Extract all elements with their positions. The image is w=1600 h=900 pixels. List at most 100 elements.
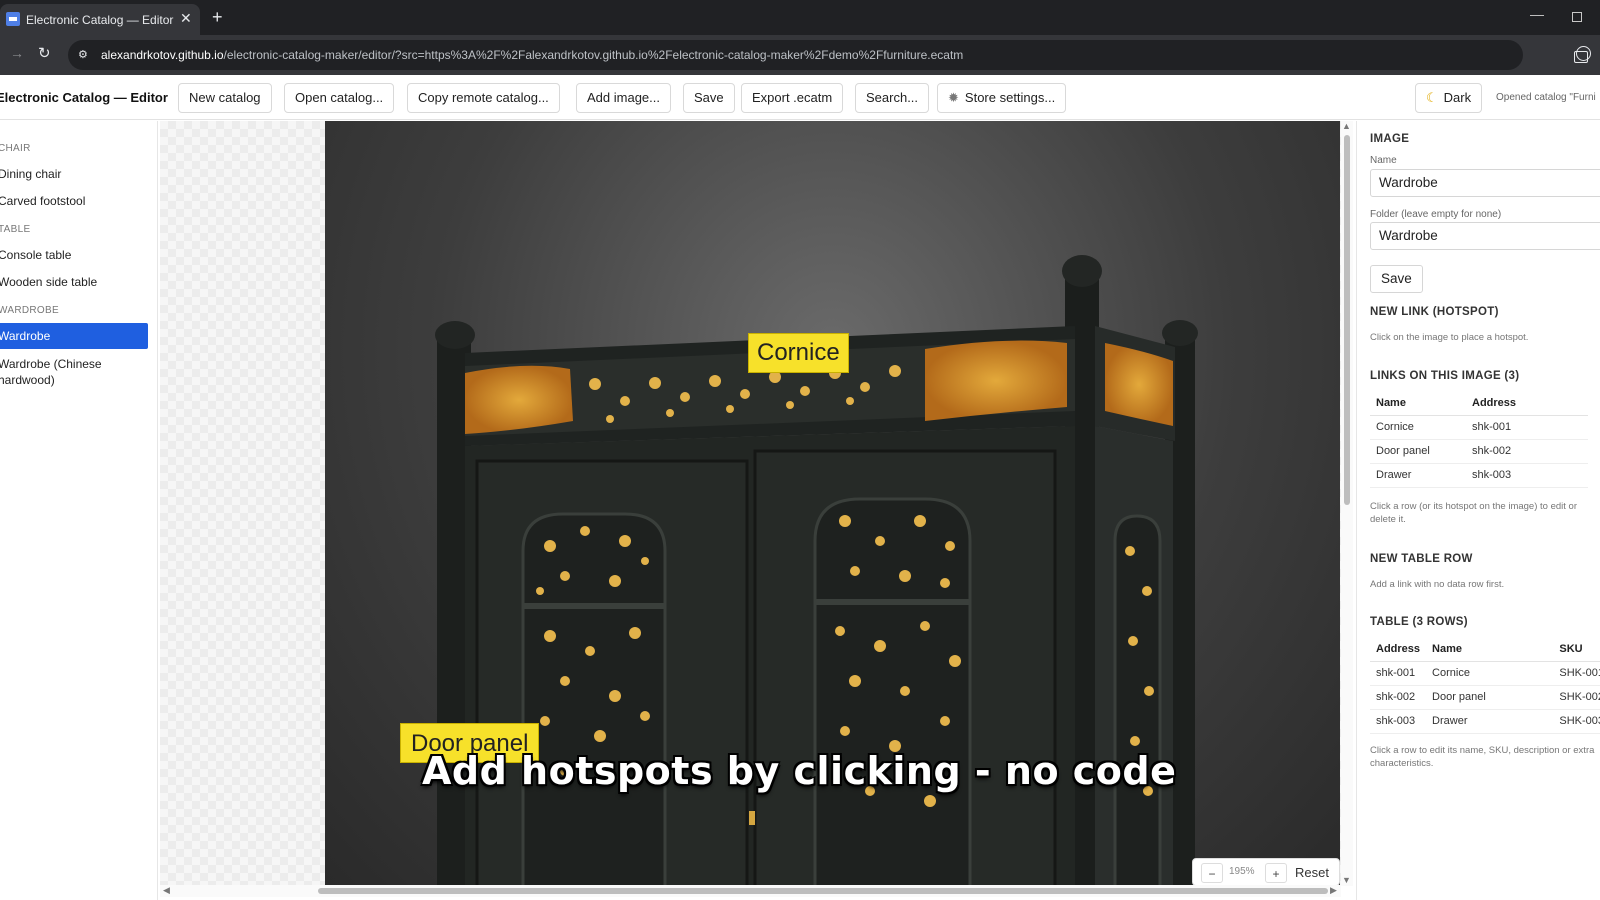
links-table: Name Address Cornice shk-001 Door panel … <box>1370 391 1588 488</box>
links-col-address: Address <box>1466 391 1588 416</box>
scroll-right-icon[interactable]: ▶ <box>1330 885 1337 896</box>
reload-icon[interactable]: ↻ <box>38 44 51 62</box>
folder-chair[interactable]: CHAIR <box>0 143 31 154</box>
moon-icon: ☾ <box>1426 90 1438 105</box>
store-settings-button[interactable]: ✹ Store settings... <box>937 83 1067 113</box>
new-link-hint: Click on the image to place a hotspot. <box>1370 332 1529 343</box>
table-row[interactable]: Cornice shk-001 <box>1370 415 1588 440</box>
image-save-button[interactable]: Save <box>1370 265 1423 293</box>
vertical-scroll-thumb[interactable] <box>1344 135 1350 505</box>
zoom-reset-button[interactable]: Reset <box>1291 863 1333 883</box>
row-sku: SHK-001 <box>1553 661 1600 686</box>
folder-label: Folder (leave empty for none) <box>1370 209 1502 220</box>
url-text: alexandrkotov.github.io/electronic-catal… <box>101 48 963 62</box>
tab-title: Electronic Catalog — Editor <box>26 13 174 27</box>
link-name: Drawer <box>1370 463 1466 488</box>
table-col-address: Address <box>1370 637 1427 662</box>
new-tab-icon[interactable]: + <box>212 7 223 28</box>
properties-panel: IMAGE Name Wardrobe Folder (leave empty … <box>1356 121 1600 900</box>
minimize-icon[interactable]: — <box>1530 6 1544 22</box>
folder-input[interactable]: Wardrobe <box>1370 222 1600 250</box>
sidebar-item-wardrobe-chinese-hardwood[interactable]: Wardrobe (Chinese hardwood) <box>0 356 118 388</box>
scroll-down-icon[interactable]: ▼ <box>1342 875 1351 885</box>
export-button[interactable]: Export .ecatm <box>741 83 844 113</box>
table-col-sku: SKU <box>1553 637 1600 662</box>
open-catalog-button[interactable]: Open catalog... <box>284 83 395 113</box>
new-link-heading: NEW LINK (HOTSPOT) <box>1370 306 1499 318</box>
links-col-name: Name <box>1370 391 1466 416</box>
maximize-icon[interactable] <box>1572 12 1582 22</box>
sidebar-item-wooden-side-table[interactable]: Wooden side table <box>0 275 97 289</box>
table-row[interactable]: shk-001 Cornice SHK-001 <box>1370 661 1600 686</box>
table-row[interactable]: shk-003 Drawer SHK-003 <box>1370 709 1600 734</box>
search-button[interactable]: Search... <box>855 83 930 113</box>
row-sku: SHK-003 <box>1553 709 1600 734</box>
close-tab-icon[interactable]: ✕ <box>180 10 192 27</box>
table-row[interactable]: Door panel shk-002 <box>1370 439 1588 464</box>
zoom-in-button[interactable]: + <box>1265 863 1287 883</box>
copy-remote-catalog-button[interactable]: Copy remote catalog... <box>407 83 560 113</box>
sidebar-item-carved-footstool[interactable]: Carved footstool <box>0 194 85 208</box>
browser-tabbar: Electronic Catalog — Editor ✕ + — <box>0 0 1600 35</box>
sidebar-item-console-table[interactable]: Console table <box>0 248 71 262</box>
dark-mode-label: Dark <box>1443 90 1472 105</box>
link-name: Door panel <box>1370 439 1466 464</box>
profile-icon[interactable] <box>1576 46 1591 61</box>
row-address: shk-002 <box>1370 685 1427 710</box>
sidebar-item-wardrobe[interactable]: Wardrobe <box>0 323 148 349</box>
site-info-icon[interactable]: ⚙ <box>78 48 92 62</box>
url-bar[interactable]: ⚙ alexandrkotov.github.io/electronic-cat… <box>68 40 1588 70</box>
store-settings-label: Store settings... <box>964 90 1056 105</box>
horizontal-scrollbar[interactable]: ◀ ▶ <box>160 885 1341 897</box>
folder-wardrobe[interactable]: WARDROBE <box>0 305 59 316</box>
save-button[interactable]: Save <box>683 83 735 113</box>
video-caption: Add hotspots by clicking - no code <box>422 749 1177 793</box>
catalog-sidebar: CHAIR Dining chair Carved footstool TABL… <box>0 121 158 900</box>
new-row-hint: Add a link with no data row first. <box>1370 579 1505 590</box>
browser-addressbar: → ↻ ⚙ alexandrkotov.github.io/electronic… <box>0 35 1600 75</box>
link-address: shk-003 <box>1466 463 1588 488</box>
image-heading: IMAGE <box>1370 133 1410 145</box>
opened-catalog-status: Opened catalog "Furni <box>1496 92 1596 103</box>
zoom-out-button[interactable]: − <box>1201 863 1223 883</box>
scroll-up-icon[interactable]: ▲ <box>1342 121 1351 131</box>
gear-icon: ✹ <box>948 90 959 105</box>
links-heading: LINKS ON THIS IMAGE (3) <box>1370 370 1520 382</box>
app-title: Electronic Catalog — Editor <box>0 90 168 105</box>
table-hint: Click a row to edit its name, SKU, descr… <box>1370 745 1595 769</box>
table-col-name: Name <box>1426 637 1554 662</box>
table-heading: TABLE (3 ROWS) <box>1370 616 1468 628</box>
zoom-controls: − 195% + Reset <box>1192 858 1340 886</box>
image-canvas[interactable]: Cornice Door panel Add hotspots by click… <box>160 121 1341 896</box>
name-input[interactable]: Wardrobe <box>1370 169 1600 197</box>
new-row-heading: NEW TABLE ROW <box>1370 553 1473 565</box>
row-name: Drawer <box>1426 709 1554 734</box>
zoom-level: 195% <box>1229 866 1255 877</box>
table-row[interactable]: shk-002 Door panel SHK-002 <box>1370 685 1600 710</box>
row-address: shk-001 <box>1370 661 1427 686</box>
add-image-button[interactable]: Add image... <box>576 83 671 113</box>
table-row[interactable]: Drawer shk-003 <box>1370 463 1588 488</box>
link-address: shk-002 <box>1466 439 1588 464</box>
url-host: alexandrkotov.github.io <box>101 48 224 62</box>
vertical-scrollbar[interactable]: ▲ ▼ <box>1341 121 1353 886</box>
hotspot-cornice[interactable]: Cornice <box>748 333 849 373</box>
horizontal-scroll-thumb[interactable] <box>318 888 1328 894</box>
url-path: /electronic-catalog-maker/editor/?src=ht… <box>223 48 964 62</box>
scroll-left-icon[interactable]: ◀ <box>163 885 170 896</box>
links-hint: Click a row (or its hotspot on the image… <box>1370 501 1577 525</box>
sidebar-item-dining-chair[interactable]: Dining chair <box>0 167 61 181</box>
dark-mode-button[interactable]: ☾ Dark <box>1415 83 1483 113</box>
app-toolbar: Electronic Catalog — Editor New catalog … <box>0 75 1600 120</box>
link-address: shk-001 <box>1466 415 1588 440</box>
row-address: shk-003 <box>1370 709 1427 734</box>
row-name: Cornice <box>1426 661 1554 686</box>
new-catalog-button[interactable]: New catalog <box>178 83 272 113</box>
browser-tab[interactable]: Electronic Catalog — Editor ✕ <box>0 4 200 35</box>
data-table: Address Name SKU shk-001 Cornice SHK-001… <box>1370 637 1600 734</box>
forward-icon[interactable]: → <box>10 45 24 61</box>
link-name: Cornice <box>1370 415 1466 440</box>
folder-table[interactable]: TABLE <box>0 224 30 235</box>
row-name: Door panel <box>1426 685 1554 710</box>
row-sku: SHK-002 <box>1553 685 1600 710</box>
